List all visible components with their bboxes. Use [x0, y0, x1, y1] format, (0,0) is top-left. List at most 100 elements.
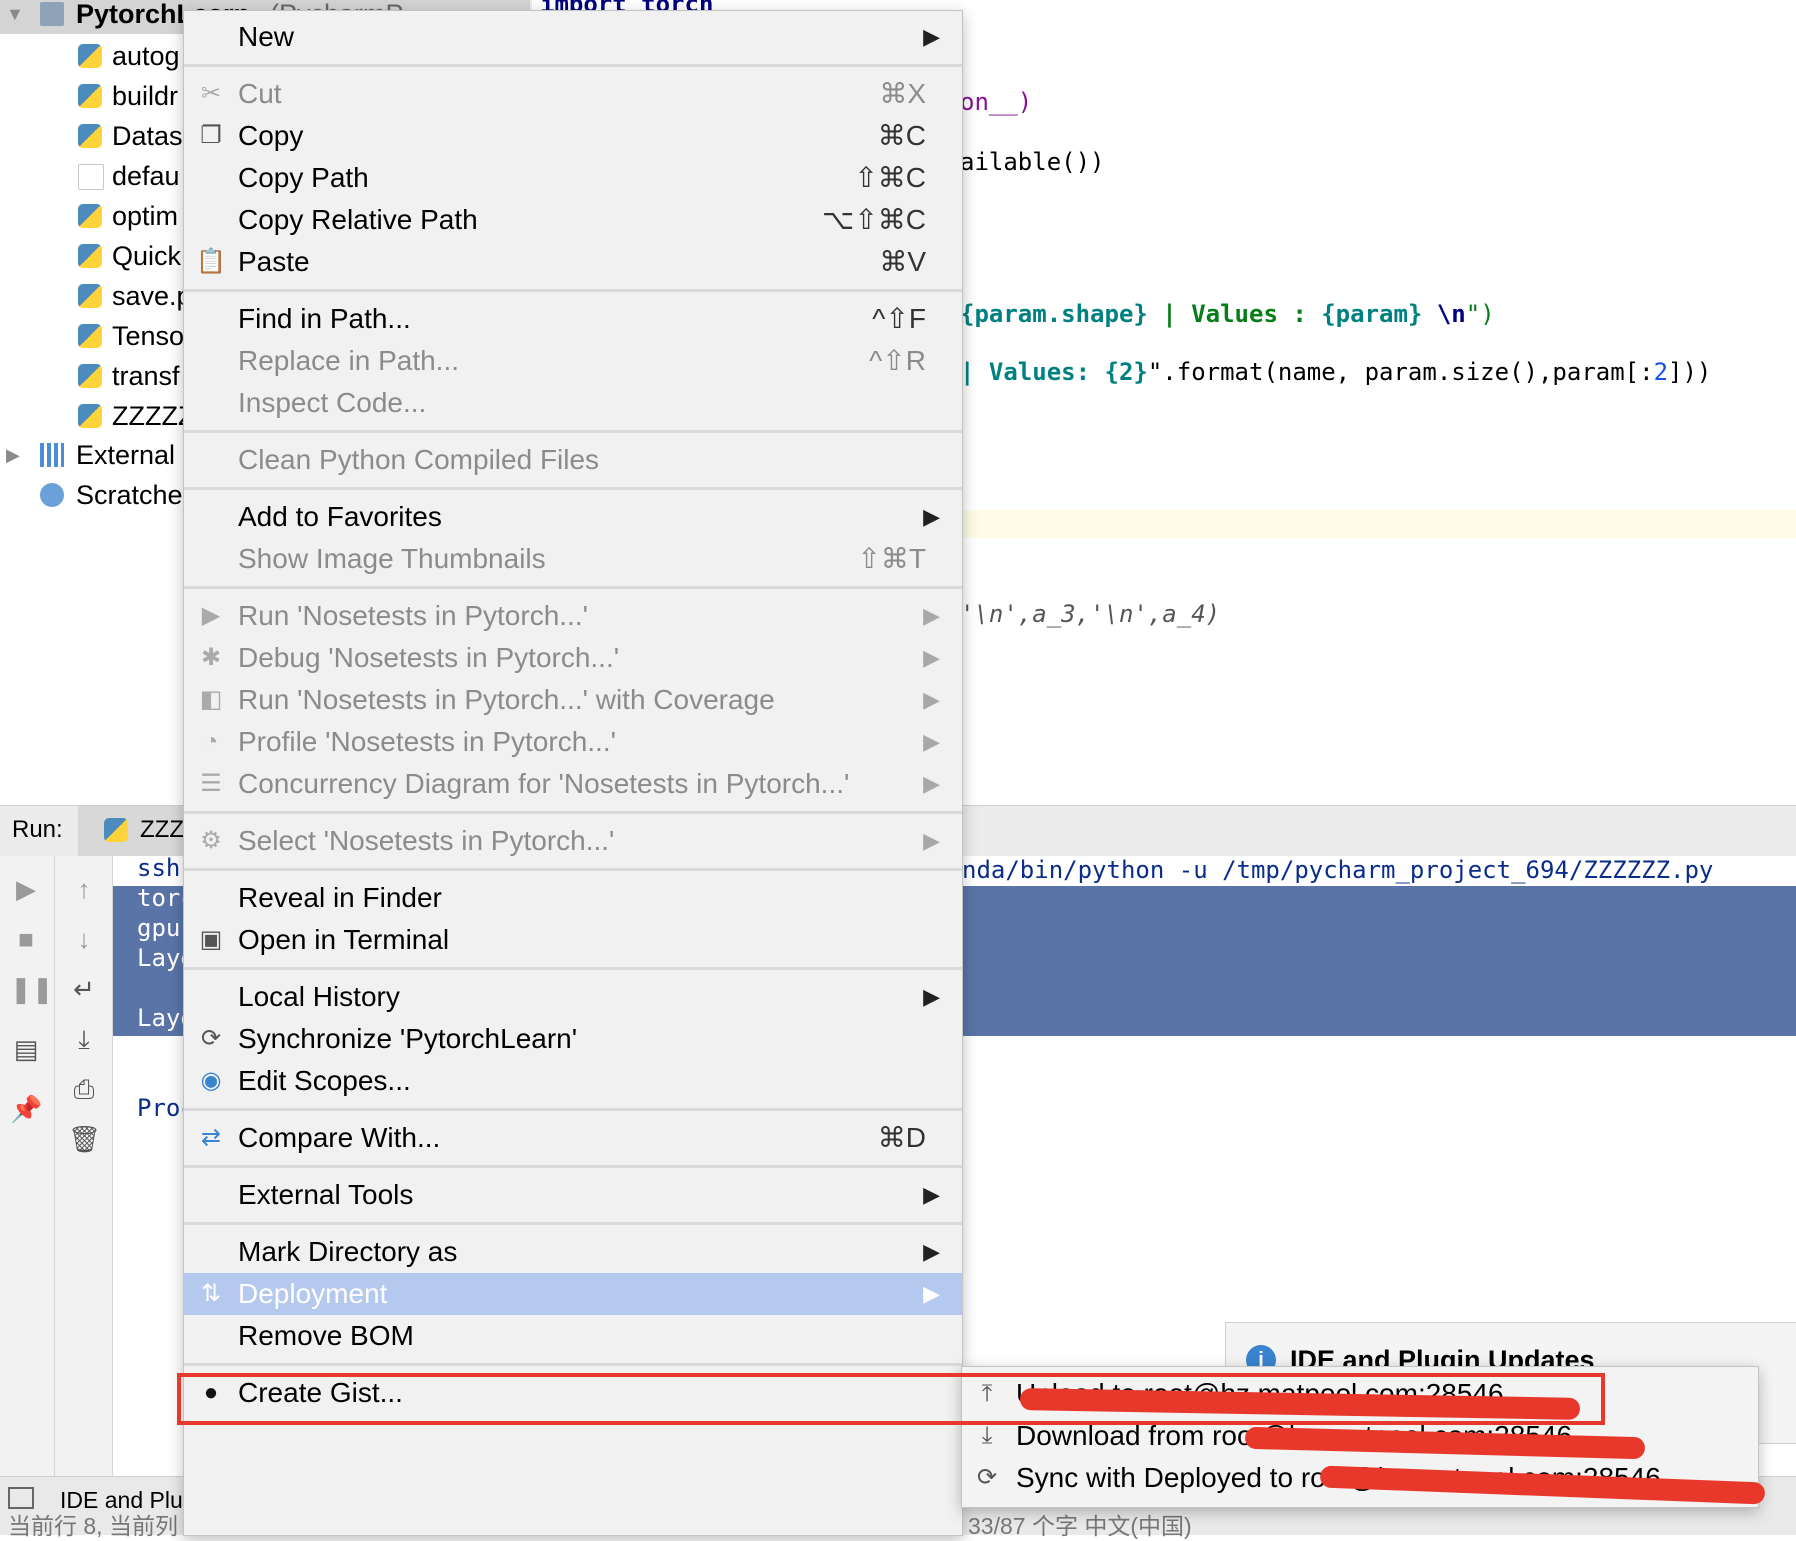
- menu-item-find-in-path[interactable]: Find in Path... ^⇧F: [184, 298, 962, 340]
- menu-separator: [184, 811, 962, 814]
- pin-icon[interactable]: 📌: [10, 1094, 42, 1125]
- status-cursor-position: 当前行 8, 当前列: [8, 1513, 178, 1539]
- menu-item-label: Copy: [238, 120, 304, 151]
- menu-separator: [184, 1165, 962, 1168]
- menu-separator: [184, 586, 962, 589]
- menu-item-copy-path[interactable]: Copy Path ⇧⌘C: [184, 157, 962, 199]
- status-encoding: 33/87 个字 中文(中国): [968, 1513, 1192, 1539]
- rerun-icon[interactable]: ▶: [10, 874, 42, 905]
- down-arrow-icon[interactable]: ↓: [68, 924, 100, 955]
- python-file-icon: [78, 404, 102, 428]
- copy-icon: ❐: [200, 122, 222, 149]
- menu-separator: [184, 289, 962, 292]
- menu-item-label: Show Image Thumbnails: [238, 543, 546, 574]
- menu-item-open-in-terminal[interactable]: ▣ Open in Terminal: [184, 919, 962, 961]
- menu-item-mark-directory-as[interactable]: Mark Directory as ▶: [184, 1231, 962, 1273]
- menu-item-inspect-code[interactable]: Inspect Code...: [184, 382, 962, 424]
- layout-icon[interactable]: ▤: [10, 1034, 42, 1065]
- terminal-icon: ▣: [199, 926, 223, 953]
- menu-item-shortcut: ⌥⇧⌘C: [822, 204, 926, 235]
- submenu-arrow-icon: ▶: [923, 504, 940, 529]
- trash-icon[interactable]: 🗑: [68, 1124, 101, 1155]
- menu-item-reveal-in-finder[interactable]: Reveal in Finder: [184, 877, 962, 919]
- menu-item-select-nosetests-in-pytorch[interactable]: ⚙ Select 'Nosetests in Pytorch...' ▶: [184, 820, 962, 862]
- menu-item-label: Open in Terminal: [238, 924, 450, 955]
- pause-icon[interactable]: ❚❚: [10, 974, 54, 1005]
- coverage-icon: ◧: [199, 686, 223, 713]
- menu-item-run-nosetests-in-pytorch[interactable]: ▶ Run 'Nosetests in Pytorch...' ▶: [184, 595, 962, 637]
- menu-item-run-nosetests-in-pytorch-with-coverage[interactable]: ◧ Run 'Nosetests in Pytorch...' with Cove…: [184, 679, 962, 721]
- scroll-to-end-icon[interactable]: ⤓: [68, 1024, 100, 1056]
- menu-separator: [184, 64, 962, 67]
- menu-item-edit-scopes[interactable]: ◉ Edit Scopes...: [184, 1060, 962, 1102]
- up-arrow-icon[interactable]: ↑: [68, 874, 100, 905]
- menu-item-show-image-thumbnails[interactable]: Show Image Thumbnails ⇧⌘T: [184, 538, 962, 580]
- python-run-icon: [104, 818, 128, 842]
- concurrency-icon: ☰: [200, 770, 222, 797]
- menu-item-label: Debug 'Nosetests in Pytorch...': [238, 642, 620, 673]
- menu-item-cut[interactable]: ✂ Cut ⌘X: [184, 73, 962, 115]
- submenu-arrow-icon: ▶: [923, 687, 940, 712]
- deployment-icon: ⇅: [200, 1280, 222, 1307]
- menu-item-replace-in-path[interactable]: Replace in Path... ^⇧R: [184, 340, 962, 382]
- menu-item-new[interactable]: New ▶: [184, 16, 962, 58]
- menu-item-paste[interactable]: 📋 Paste ⌘V: [184, 241, 962, 283]
- tree-file-label: autog: [112, 41, 180, 71]
- python-file-icon: [78, 204, 102, 228]
- menu-item-label: Profile 'Nosetests in Pytorch...': [238, 726, 616, 757]
- chevron-right-icon[interactable]: ▶: [6, 435, 20, 475]
- menu-item-debug-nosetests-in-pytorch[interactable]: ✱ Debug 'Nosetests in Pytorch...' ▶: [184, 637, 962, 679]
- run-toolbar: ▶ ■ ❚❚ ▤ 📌 ↑ ↓ ↵ ⤓ ⎙ 🗑: [0, 856, 113, 1476]
- submenu-arrow-icon: ▶: [923, 603, 940, 628]
- profile-icon: ◔: [203, 728, 219, 755]
- python-file-icon: [78, 244, 102, 268]
- menu-item-shortcut: ⇧⌘C: [854, 162, 926, 193]
- tool-window-icon[interactable]: [8, 1487, 34, 1509]
- menu-item-label: Reveal in Finder: [238, 882, 442, 913]
- menu-item-synchronize-pytorchlearn[interactable]: ⟳ Synchronize 'PytorchLearn': [184, 1018, 962, 1060]
- menu-item-copy-relative-path[interactable]: Copy Relative Path ⌥⇧⌘C: [184, 199, 962, 241]
- code-line-2: ailable()): [960, 148, 1105, 176]
- soft-wrap-icon[interactable]: ↵: [68, 974, 100, 1005]
- menu-item-add-to-favorites[interactable]: Add to Favorites ▶: [184, 496, 962, 538]
- menu-item-external-tools[interactable]: External Tools ▶: [184, 1174, 962, 1216]
- scratch-icon: [40, 483, 64, 507]
- menu-item-remove-bom[interactable]: Remove BOM: [184, 1315, 962, 1357]
- python-file-icon: [78, 84, 102, 108]
- menu-item-label: New: [238, 21, 295, 52]
- menu-item-profile-nosetests-in-pytorch[interactable]: ◔ Profile 'Nosetests in Pytorch...' ▶: [184, 721, 962, 763]
- run-tab-label: ZZZ: [140, 816, 184, 843]
- menu-item-label: Copy Relative Path: [238, 204, 478, 235]
- download-icon: ⤓: [981, 1422, 993, 1449]
- python-file-icon: [78, 324, 102, 348]
- clipboard-icon: 📋: [196, 248, 226, 275]
- menu-item-local-history[interactable]: Local History ▶: [184, 976, 962, 1018]
- menu-item-label: Compare With...: [238, 1122, 441, 1153]
- menu-separator: [184, 430, 962, 433]
- python-config-icon: ⚙: [200, 827, 222, 854]
- menu-item-concurrency-diagram-for-nosetests-in-pytorch[interactable]: ☰ Concurrency Diagram for 'Nosetests in P…: [184, 763, 962, 805]
- code-line-1: on__): [960, 88, 1033, 116]
- submenu-arrow-icon: ▶: [923, 1182, 940, 1207]
- stop-icon[interactable]: ■: [10, 924, 42, 955]
- code-line-4: | Values: {2}".format(name, param.size()…: [960, 358, 1712, 386]
- submenu-arrow-icon: ▶: [923, 984, 940, 1009]
- submenu-arrow-icon: ▶: [923, 771, 940, 796]
- menu-item-label: Add to Favorites: [238, 501, 442, 532]
- menu-item-label: Synchronize 'PytorchLearn': [238, 1023, 578, 1054]
- text-file-icon: [78, 164, 104, 190]
- tree-file-label: Datas: [112, 121, 183, 151]
- menu-item-deployment[interactable]: ⇅ Deployment ▶: [184, 1273, 962, 1315]
- menu-item-copy[interactable]: ❐ Copy ⌘C: [184, 115, 962, 157]
- menu-item-shortcut: ⌘D: [877, 1122, 926, 1153]
- menu-item-clean-python-compiled-files[interactable]: Clean Python Compiled Files: [184, 439, 962, 481]
- tree-file-label: buildr: [112, 81, 179, 111]
- print-icon[interactable]: ⎙: [68, 1074, 100, 1106]
- python-file-icon: [78, 364, 102, 388]
- submenu-arrow-icon: ▶: [923, 24, 940, 49]
- submenu-arrow-icon: ▶: [923, 645, 940, 670]
- menu-item-label: Concurrency Diagram for 'Nosetests in Py…: [238, 768, 850, 799]
- menu-item-compare-with[interactable]: ⇄ Compare With... ⌘D: [184, 1117, 962, 1159]
- chevron-down-icon[interactable]: ▼: [6, 0, 24, 34]
- tree-file-label: Tenso: [112, 321, 185, 351]
